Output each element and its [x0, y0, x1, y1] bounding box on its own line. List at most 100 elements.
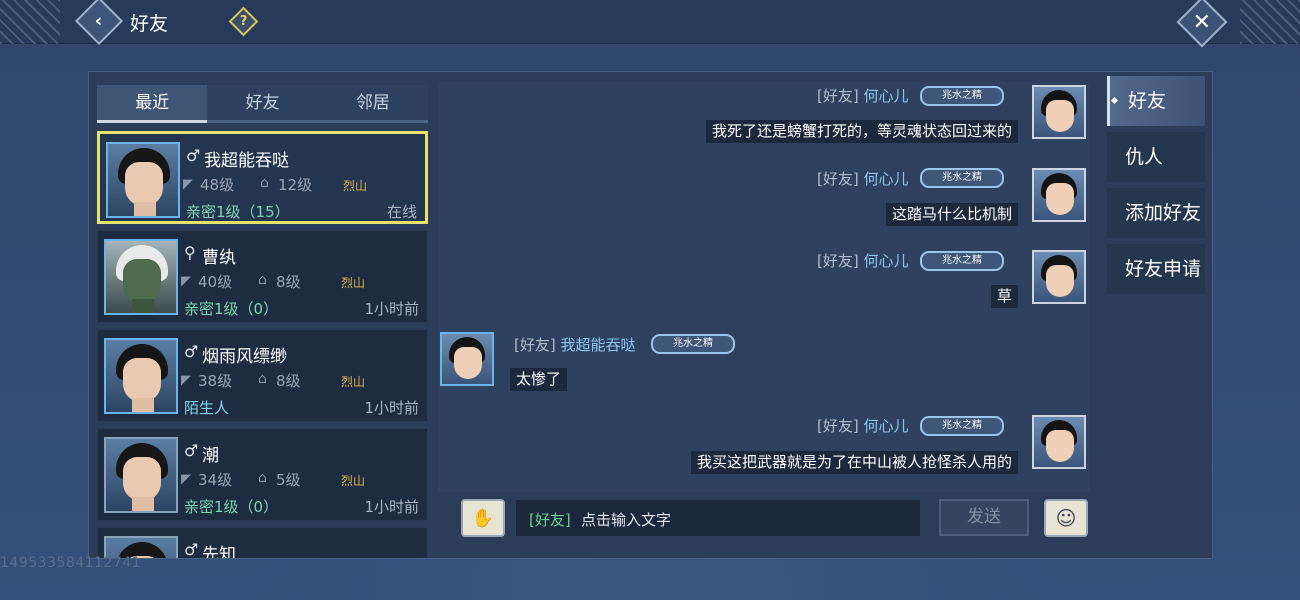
title-badge: 兆水之精 [920, 168, 1004, 188]
title-badge: 兆水之精 [920, 416, 1004, 436]
intimacy-level: 亲密1级（15） [186, 203, 290, 221]
message-channel: [好友] [817, 252, 859, 270]
message-bubble: 我买这把武器就是为了在中山被人抢怪杀人用的 [690, 451, 1018, 474]
sect-label: 烈山 [341, 276, 366, 290]
male-icon: ♂ [184, 342, 199, 361]
message-header: [好友] 何心儿 [817, 168, 909, 189]
house-icon: ⌂ [260, 175, 269, 191]
question-icon: ? [239, 13, 248, 29]
message-channel: [好友] [817, 87, 859, 105]
intimacy-level: 亲密1级（0） [184, 498, 279, 516]
house-icon: ⌂ [258, 470, 267, 486]
avatar [104, 239, 178, 315]
level-icon: ◤ [181, 274, 191, 289]
house-icon: ⌂ [258, 371, 267, 387]
emoji-button[interactable]: ☺ [1044, 499, 1088, 537]
title-badge: 兆水之精 [651, 334, 735, 354]
nav-friends[interactable]: 好友 [1107, 76, 1205, 126]
tab-recent[interactable]: 最近 [97, 85, 208, 123]
message-bubble: 这踏马什么比机制 [885, 203, 1018, 226]
tab-friends[interactable]: 好友 [207, 85, 318, 123]
message-bubble: 我死了还是螃蟹打死的，等灵魂状态回过来的 [705, 120, 1018, 143]
online-status: 1小时前 [364, 498, 419, 516]
message-bubble: 草 [990, 285, 1018, 308]
intimacy-level: 陌生人 [184, 399, 230, 417]
nav-add-friend[interactable]: 添加好友 [1107, 188, 1205, 238]
message-header: [好友] 何心儿 [817, 85, 909, 106]
chat-input[interactable]: [好友] 点击输入文字 [516, 500, 920, 536]
house-icon: ⌂ [258, 272, 267, 288]
smiley-icon: ☺ [1055, 506, 1077, 530]
friend-level: 38级 [198, 372, 233, 390]
message-sender[interactable]: 何心儿 [864, 87, 909, 105]
level-icon: ◤ [183, 177, 193, 192]
sender-avatar[interactable] [440, 332, 494, 386]
male-icon: ♂ [184, 540, 199, 558]
friend-level: 40级 [198, 273, 233, 291]
tab-neighbors[interactable]: 邻居 [317, 85, 428, 123]
friend-name: 曹纨 [202, 248, 236, 268]
voice-button[interactable]: ✋ [461, 499, 505, 537]
nav-enemies[interactable]: 仇人 [1107, 132, 1205, 182]
online-status: 在线 [386, 203, 417, 221]
message-channel: [好友] [514, 336, 556, 354]
message-sender[interactable]: 何心儿 [864, 170, 909, 188]
sender-avatar[interactable] [1032, 415, 1086, 469]
help-button[interactable]: ? [228, 6, 259, 37]
message-sender[interactable]: 我超能吞哒 [561, 336, 636, 354]
message-header: [好友] 何心儿 [817, 250, 909, 271]
home-level: 8级 [276, 273, 301, 291]
sect-label: 烈山 [343, 179, 368, 193]
intimacy-level: 亲密1级（0） [184, 300, 279, 318]
sender-avatar[interactable] [1032, 85, 1086, 139]
friend-card[interactable]: ♂ 我超能吞哒 ◤ 48级 ⌂ 12级 烈山 亲密1级（15） 在线 [97, 131, 428, 224]
hand-icon: ✋ [471, 507, 495, 529]
friend-name: 潮 [202, 446, 219, 466]
friend-card[interactable]: ♂ 潮 ◤ 34级 ⌂ 5级 烈山 亲密1级（0） 1小时前 [97, 428, 428, 521]
sect-label: 烈山 [341, 375, 366, 389]
message-header: [好友] 何心儿 [817, 415, 909, 436]
friend-tabs: 最近 好友 邻居 [97, 85, 428, 123]
page-title: 好友 [130, 13, 169, 35]
friend-card[interactable]: ⚲ 曹纨 ◤ 40级 ⌂ 8级 烈山 亲密1级（0） 1小时前 [97, 230, 428, 323]
home-level: 5级 [276, 471, 301, 489]
male-icon: ♂ [184, 441, 199, 460]
message-channel: [好友] [817, 417, 859, 435]
close-icon: ✕ [1192, 9, 1212, 35]
message-bubble: 太惨了 [510, 368, 568, 391]
level-icon: ◤ [181, 373, 191, 388]
online-status: 1小时前 [364, 399, 419, 417]
message-sender[interactable]: 何心儿 [864, 252, 909, 270]
message-channel: [好友] [817, 170, 859, 188]
chat-history[interactable]: [好友] 何心儿 兆水之精 我死了还是螃蟹打死的，等灵魂状态回过来的 [好友] … [438, 82, 1090, 492]
title-badge: 兆水之精 [920, 86, 1004, 106]
top-bar: ‹ 好友 ? ✕ [0, 0, 1300, 48]
avatar [106, 142, 180, 218]
friend-card[interactable]: ♂ 烟雨风缥缈 ◤ 38级 ⌂ 8级 烈山 陌生人 1小时前 [97, 329, 428, 422]
nav-friend-requests[interactable]: 好友申请 [1107, 244, 1205, 294]
friend-card[interactable]: ♂ 先知 [97, 527, 428, 558]
player-id-watermark: 149533584112741 [0, 555, 142, 571]
avatar [104, 437, 178, 513]
message-sender[interactable]: 何心儿 [864, 417, 909, 435]
send-button[interactable]: 发送 [939, 499, 1029, 536]
friend-list[interactable]: ♂ 我超能吞哒 ◤ 48级 ⌂ 12级 烈山 亲密1级（15） 在线 ⚲ 曹纨 … [97, 131, 428, 558]
home-level: 8级 [276, 372, 301, 390]
sect-label: 烈山 [341, 474, 366, 488]
back-button[interactable]: ‹ [74, 0, 124, 46]
friend-name: 烟雨风缥缈 [202, 347, 287, 367]
friend-level: 34级 [198, 471, 233, 489]
corner-decoration-right [1240, 0, 1300, 44]
sender-avatar[interactable] [1032, 250, 1086, 304]
friends-panel: 最近 好友 邻居 ♂ 我超能吞哒 ◤ 48级 ⌂ 12级 烈山 亲密1级（15）… [88, 71, 1213, 559]
female-icon: ⚲ [184, 243, 196, 262]
close-button[interactable]: ✕ [1176, 0, 1228, 48]
input-channel: [好友] [529, 511, 571, 529]
title-badge: 兆水之精 [920, 251, 1004, 271]
chevron-left-icon: ‹ [95, 10, 103, 32]
friend-name: 先知 [202, 545, 236, 558]
sender-avatar[interactable] [1032, 168, 1086, 222]
input-placeholder: 点击输入文字 [581, 511, 672, 529]
online-status: 1小时前 [364, 300, 419, 318]
level-icon: ◤ [181, 472, 191, 487]
